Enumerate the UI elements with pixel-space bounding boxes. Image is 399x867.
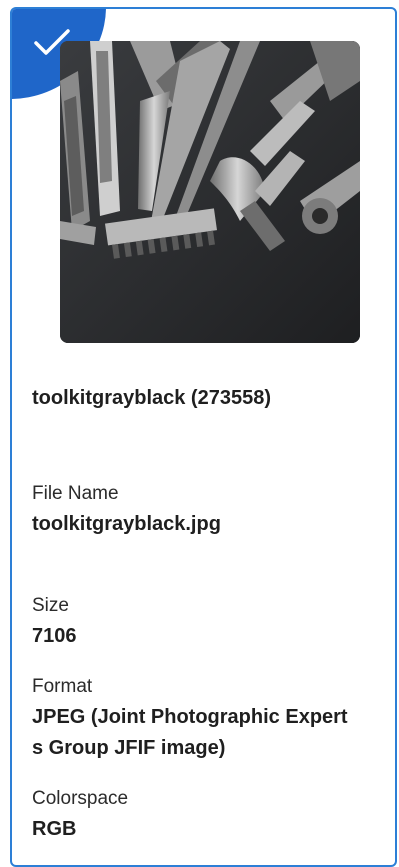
toolkit-image xyxy=(60,41,360,343)
format-value-line-2: s Group JFIF image) xyxy=(32,737,226,759)
size-value: 7106 xyxy=(32,625,77,647)
colorspace-value: RGB xyxy=(32,818,77,840)
asset-thumbnail[interactable] xyxy=(60,41,360,343)
format-value: JPEG (Joint Photographic Expert s Group … xyxy=(32,702,392,764)
format-label: Format xyxy=(32,676,93,697)
size-label: Size xyxy=(32,595,69,616)
asset-card[interactable]: toolkitgrayblack (273558) File Name tool… xyxy=(10,7,397,867)
file-name-label: File Name xyxy=(32,483,119,504)
file-name-value: toolkitgrayblack.jpg xyxy=(32,513,221,535)
asset-title: toolkitgrayblack (273558) xyxy=(32,387,271,409)
format-value-line-1: JPEG (Joint Photographic Expert xyxy=(32,706,348,728)
colorspace-label: Colorspace xyxy=(32,788,129,809)
